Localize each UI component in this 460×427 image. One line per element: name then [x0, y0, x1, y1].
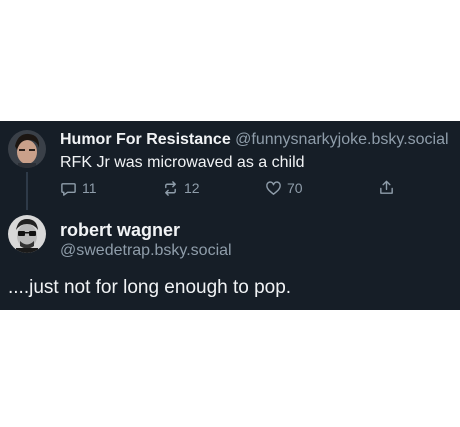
post-author-name[interactable]: Humor For Resistance	[60, 131, 231, 148]
reply-icon	[61, 182, 76, 196]
reply-author-handle[interactable]: @swedetrap.bsky.social	[60, 241, 232, 261]
repost-button[interactable]: 12	[162, 179, 200, 197]
share-icon	[380, 180, 393, 194]
like-icon	[266, 180, 281, 195]
reply-count: 11	[82, 180, 97, 196]
post-actions: 11 12 70	[60, 179, 400, 197]
avatar[interactable]	[8, 215, 46, 253]
reply-author-name[interactable]: robert wagner	[60, 219, 180, 241]
post-header: Humor For Resistance @funnysnarkyjoke.bs…	[60, 130, 449, 150]
thread-connector-line	[26, 172, 28, 210]
thread-card: Humor For Resistance @funnysnarkyjoke.bs…	[0, 121, 460, 310]
share-button[interactable]	[378, 179, 400, 196]
reply-button[interactable]: 11	[60, 179, 97, 197]
like-count: 70	[287, 180, 303, 196]
reply-text: ....just not for long enough to pop.	[8, 277, 292, 298]
avatar[interactable]	[8, 130, 46, 168]
repost-count: 12	[184, 180, 200, 196]
repost-icon	[165, 180, 176, 196]
post-text: RFK Jr was microwaved as a child	[60, 154, 305, 171]
post-author-handle[interactable]: @funnysnarkyjoke.bsky.social	[235, 131, 448, 148]
like-button[interactable]: 70	[265, 179, 303, 197]
